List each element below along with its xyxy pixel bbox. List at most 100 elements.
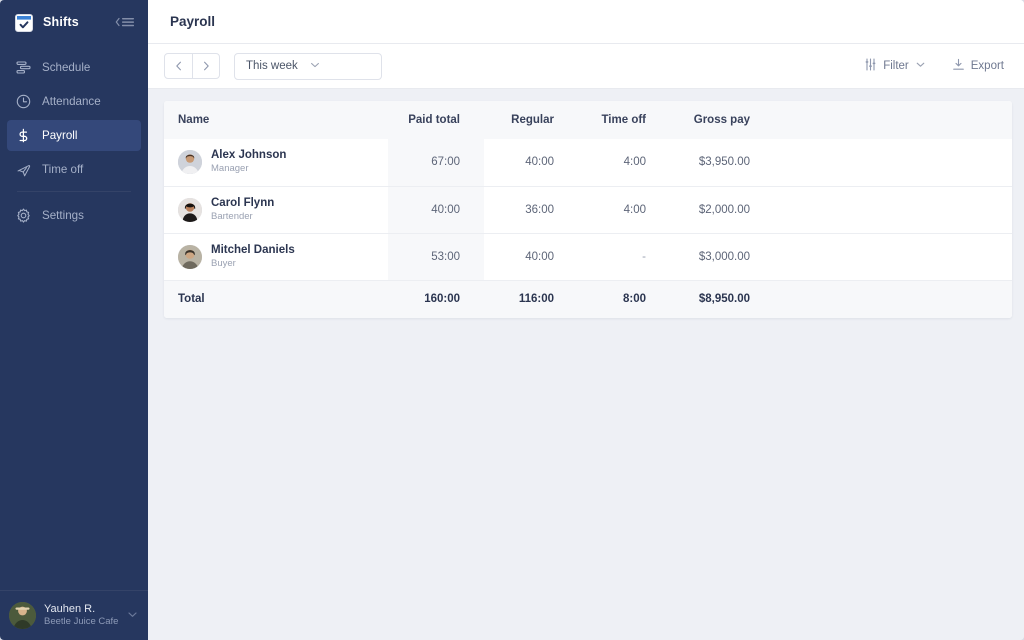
cell-regular: 36:00 [484, 186, 578, 233]
person-name: Alex Johnson [211, 148, 286, 163]
payroll-table: Name Paid total Regular Time off Gross p… [164, 101, 1012, 318]
brand-header: Shifts [0, 0, 148, 44]
column-header-gross-pay[interactable]: Gross pay [668, 101, 790, 139]
filter-label: Filter [883, 60, 909, 72]
avatar [178, 198, 202, 222]
chevron-down-icon[interactable] [127, 607, 138, 625]
person-cell: Mitchel Daniels Buyer [164, 243, 388, 271]
user-name: Yauhen R. [44, 603, 119, 617]
person-text: Mitchel Daniels Buyer [211, 243, 295, 271]
sidebar-item-label: Attendance [42, 95, 101, 108]
collapse-sidebar-icon[interactable] [114, 15, 136, 29]
column-header-name[interactable]: Name [164, 101, 388, 139]
column-header-regular[interactable]: Regular [484, 101, 578, 139]
person-role: Buyer [211, 258, 295, 271]
payroll-card: Name Paid total Regular Time off Gross p… [164, 101, 1012, 318]
sidebar-item-label: Schedule [42, 61, 90, 74]
person-role: Manager [211, 163, 286, 176]
sidebar-item-attendance[interactable]: Attendance [7, 86, 141, 117]
table-row[interactable]: Mitchel Daniels Buyer 53:00 40:00 - $3,0… [164, 233, 1012, 280]
person-role: Bartender [211, 211, 274, 224]
table-row[interactable]: Carol Flynn Bartender 40:00 36:00 4:00 $… [164, 186, 1012, 233]
total-time-off: 8:00 [578, 280, 668, 318]
person-name: Carol Flynn [211, 196, 274, 211]
sidebar-nav: Schedule Attendance Pa [0, 52, 148, 234]
sidebar-item-label: Payroll [42, 129, 77, 142]
table-head: Name Paid total Regular Time off Gross p… [164, 101, 1012, 139]
cell-spacer [790, 139, 1012, 186]
period-range-select[interactable]: This week [234, 53, 382, 80]
total-spacer [790, 280, 1012, 318]
table-body: Alex Johnson Manager 67:00 40:00 4:00 $3… [164, 139, 1012, 280]
main-area: Payroll This week [148, 0, 1024, 640]
sidebar-item-label: Settings [42, 209, 84, 222]
cell-paid-total: 53:00 [388, 233, 484, 280]
toolbar: This week Filter [148, 44, 1024, 89]
clipboard-check-icon [14, 12, 34, 33]
cell-paid-total: 67:00 [388, 139, 484, 186]
cell-name: Alex Johnson Manager [164, 139, 388, 186]
avatar [178, 150, 202, 174]
total-label: Total [164, 280, 388, 318]
sidebar-item-schedule[interactable]: Schedule [7, 52, 141, 83]
next-period-button[interactable] [192, 54, 219, 78]
gear-icon [16, 208, 31, 223]
table-total-row: Total 160:00 116:00 8:00 $8,950.00 [164, 280, 1012, 318]
clock-icon [16, 94, 31, 109]
page-header: Payroll [148, 0, 1024, 44]
period-pager [164, 53, 220, 79]
person-cell: Carol Flynn Bartender [164, 196, 388, 224]
filter-button[interactable]: Filter [864, 58, 926, 74]
export-label: Export [971, 60, 1004, 72]
prev-period-button[interactable] [165, 54, 192, 78]
cell-time-off: 4:00 [578, 186, 668, 233]
table-header-row: Name Paid total Regular Time off Gross p… [164, 101, 1012, 139]
cell-name: Carol Flynn Bartender [164, 186, 388, 233]
content-area: Name Paid total Regular Time off Gross p… [148, 89, 1024, 640]
sidebar: Shifts Schedule [0, 0, 148, 640]
period-range-value: This week [246, 60, 309, 72]
person-cell: Alex Johnson Manager [164, 148, 388, 176]
sidebar-user-menu[interactable]: Yauhen R. Beetle Juice Cafe [0, 590, 148, 640]
chevron-down-icon [915, 59, 926, 73]
column-header-paid-total[interactable]: Paid total [388, 101, 484, 139]
sidebar-item-settings[interactable]: Settings [7, 200, 141, 231]
user-avatar [9, 602, 36, 629]
sidebar-divider [17, 191, 131, 192]
person-name: Mitchel Daniels [211, 243, 295, 258]
app-window: Shifts Schedule [0, 0, 1024, 640]
cell-regular: 40:00 [484, 233, 578, 280]
column-header-time-off[interactable]: Time off [578, 101, 668, 139]
table-row[interactable]: Alex Johnson Manager 67:00 40:00 4:00 $3… [164, 139, 1012, 186]
download-icon [952, 58, 965, 74]
cell-gross-pay: $2,000.00 [668, 186, 790, 233]
cell-gross-pay: $3,950.00 [668, 139, 790, 186]
total-gross-pay: $8,950.00 [668, 280, 790, 318]
cell-spacer [790, 186, 1012, 233]
chevron-down-icon [309, 59, 372, 74]
user-org: Beetle Juice Cafe [44, 616, 119, 628]
schedule-list-icon [16, 60, 31, 75]
person-text: Carol Flynn Bartender [211, 196, 274, 224]
cell-spacer [790, 233, 1012, 280]
page-title: Payroll [170, 14, 215, 29]
cell-time-off: - [578, 233, 668, 280]
person-text: Alex Johnson Manager [211, 148, 286, 176]
cell-regular: 40:00 [484, 139, 578, 186]
brand-name: Shifts [43, 15, 105, 29]
user-text: Yauhen R. Beetle Juice Cafe [44, 603, 119, 629]
column-header-spacer [790, 101, 1012, 139]
export-button[interactable]: Export [952, 58, 1004, 74]
sidebar-spacer [0, 234, 148, 590]
total-paid-total: 160:00 [388, 280, 484, 318]
cell-paid-total: 40:00 [388, 186, 484, 233]
sidebar-item-payroll[interactable]: Payroll [7, 120, 141, 151]
table-foot: Total 160:00 116:00 8:00 $8,950.00 [164, 280, 1012, 318]
airplane-icon [16, 162, 31, 177]
sidebar-item-label: Time off [42, 163, 83, 176]
cell-gross-pay: $3,000.00 [668, 233, 790, 280]
sidebar-item-time-off[interactable]: Time off [7, 154, 141, 185]
cell-name: Mitchel Daniels Buyer [164, 233, 388, 280]
cell-time-off: 4:00 [578, 139, 668, 186]
dollar-icon [16, 128, 31, 143]
